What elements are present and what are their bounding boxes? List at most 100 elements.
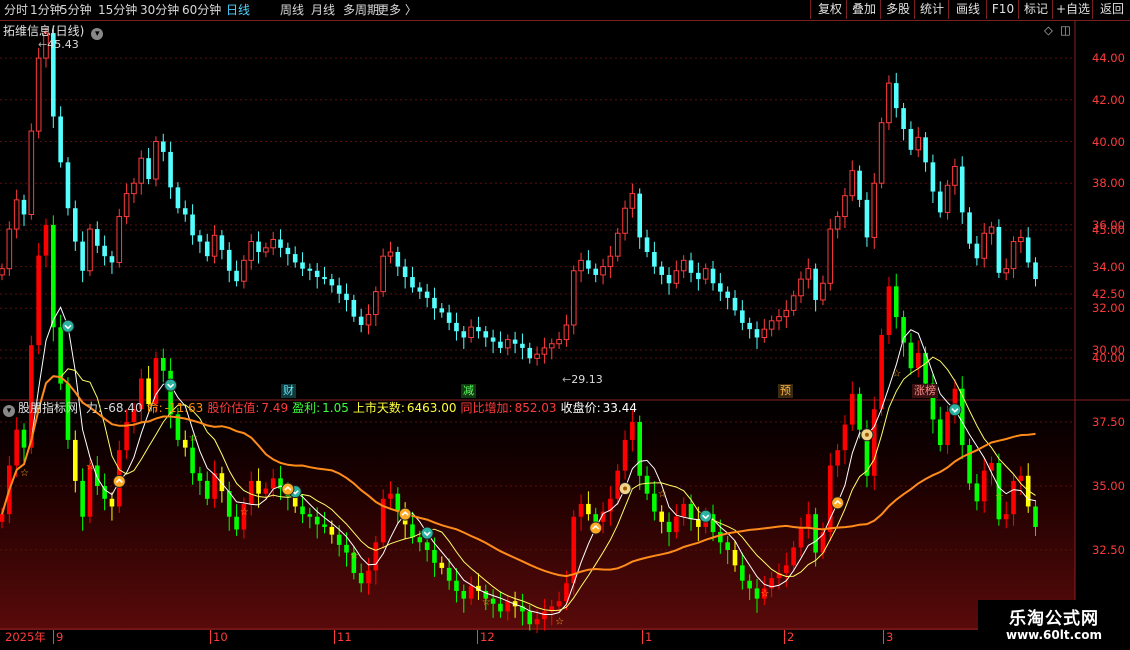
indicator-values: 力: -68.40 命: -11.63 股价估值: 7.49 盈利: 1.05 上市天数: 646… — [82, 401, 637, 415]
indicator-field: 上市天数: 6463.00 — [353, 401, 457, 415]
tab-timeframe-5[interactable]: 60分钟 — [182, 2, 221, 18]
toolbar-button-4[interactable]: 画线 — [948, 0, 987, 19]
indicator-panel-bg — [0, 400, 1075, 630]
kline-candle — [944, 184, 951, 213]
indicator-candle — [637, 422, 643, 476]
toolbar-button-0[interactable]: 复权 — [810, 0, 849, 19]
tab-timeframe-6[interactable]: 日线 — [226, 2, 250, 18]
toolbar-button-2[interactable]: 多股 — [880, 0, 915, 19]
indicator-candle — [395, 493, 401, 512]
buy-signal-icon[interactable] — [831, 496, 845, 510]
star-marker-icon: ☆ — [555, 616, 564, 627]
price-axis-tick: 38.00 — [1092, 176, 1125, 191]
low-price-label: ←29.13 — [562, 373, 603, 386]
kline-candle — [578, 259, 584, 272]
toolbar-button-1[interactable]: 叠加 — [846, 0, 881, 19]
sell-signal-icon[interactable] — [948, 403, 962, 417]
indicator-candle — [73, 439, 78, 481]
indicator-candle — [725, 542, 730, 550]
star-marker-icon: ☆ — [482, 597, 491, 608]
marker-reduce[interactable]: 减 — [461, 384, 476, 398]
kline-candle — [329, 279, 335, 286]
tab-timeframe-3[interactable]: 15分钟 — [98, 2, 137, 18]
kline-candle — [234, 270, 239, 282]
toolbar-button-6[interactable]: 标记 — [1018, 0, 1053, 19]
sell-signal-icon[interactable] — [164, 378, 178, 392]
toolbar-button-3[interactable]: 统计 — [914, 0, 949, 19]
indicator-candle — [644, 475, 650, 494]
star-marker-icon: ☆ — [760, 588, 769, 599]
buy-signal-icon[interactable] — [398, 507, 412, 521]
toolbar-button-8[interactable]: 返回 — [1092, 0, 1130, 19]
indicator-candle — [461, 590, 467, 599]
kline-candle — [21, 199, 27, 215]
time-axis-label: 3 — [883, 630, 893, 644]
kline-candle — [740, 310, 745, 323]
tab-timeframe-0[interactable]: 分时 — [4, 2, 28, 18]
chevron-down-icon[interactable]: ▾ — [3, 405, 15, 417]
indicator-candle — [659, 511, 664, 522]
tab-timeframe-4[interactable]: 30分钟 — [140, 2, 179, 18]
sell-signal-icon[interactable] — [420, 526, 434, 540]
kline-candle — [1010, 241, 1017, 270]
kline-candle — [439, 308, 445, 313]
window-toggle-icon[interactable]: ◫ — [1060, 23, 1071, 37]
price-axis-tick: 42.00 — [1092, 92, 1125, 107]
tab-timeframe-2[interactable]: 5分钟 — [60, 2, 92, 18]
marker-forecast[interactable]: 预 — [778, 384, 793, 398]
time-axis-label: 9 — [53, 630, 63, 644]
sell-signal-icon[interactable] — [61, 319, 75, 333]
marker-top-gainer[interactable]: 涨榜 — [912, 384, 938, 398]
kline-candle — [432, 297, 437, 309]
tab-timeframe-7[interactable]: 周线 — [280, 2, 304, 18]
kline-candle — [1025, 237, 1031, 263]
kline-candle — [263, 247, 269, 253]
indicator-candle — [542, 611, 547, 620]
kline-candle — [226, 249, 232, 271]
kline-candle — [248, 241, 255, 261]
indicator-candle — [87, 465, 93, 517]
top-toolbar: 分时 1分钟 5分钟 15分钟 30分钟 60分钟 日线 周线 月线 多周期 更多 〉 复权 叠加 多股统… — [0, 0, 1130, 21]
indicator-axis-tick: 42.50 — [1092, 287, 1125, 301]
chart-area[interactable]: ☆ ☆ ☆ ☆ ☆ ☆ ☆ ☆ ☆ ☆ ☆ — [0, 20, 1130, 650]
tab-timeframe-8[interactable]: 月线 — [311, 2, 335, 18]
buy-signal-icon[interactable] — [112, 474, 126, 488]
toolbar-button-7[interactable]: +自选 — [1052, 0, 1093, 19]
kline-candle — [864, 199, 870, 238]
indicator-title-row: ▾ 股朋指标网 力: -68.40 命: -11.63 股价估值: 7.49 盈利: 1.05 上… — [3, 401, 637, 417]
indicator-candle — [270, 478, 276, 489]
kline-candle — [959, 166, 965, 213]
indicator-candle — [798, 526, 804, 548]
kline-candle — [94, 229, 100, 246]
sell-signal-icon-circle — [61, 319, 75, 333]
diamond-icon[interactable]: ◇ — [1044, 23, 1053, 37]
toolbar-button-5[interactable]: F10 — [986, 0, 1019, 19]
indicator-candle — [871, 409, 877, 476]
tab-timeframe-10[interactable]: 更多 〉 — [377, 2, 417, 18]
chevron-down-icon[interactable]: ▾ — [91, 28, 104, 40]
indicator-candle — [160, 358, 166, 371]
money-bag-icon[interactable] — [860, 428, 874, 442]
indicator-field-label: 盈利: — [292, 401, 321, 415]
kline-candle — [211, 234, 218, 257]
kline-candle — [702, 268, 709, 280]
star-marker-icon: ☆ — [240, 507, 249, 518]
indicator-candle — [234, 516, 239, 530]
indicator-field-value: -11.63 — [164, 401, 204, 415]
sell-signal-icon[interactable] — [699, 509, 713, 523]
indicator-candle — [1003, 514, 1009, 520]
indicator-candle — [446, 567, 452, 581]
time-axis-label: 11 — [334, 630, 352, 644]
tab-timeframe-1[interactable]: 1分钟 — [30, 2, 62, 18]
indicator-field: 收盘价: 33.44 — [561, 401, 637, 415]
buy-signal-icon[interactable] — [281, 482, 295, 496]
indicator-candle — [915, 352, 921, 369]
indicator-candle — [109, 498, 115, 507]
kline-candle — [410, 277, 415, 288]
money-bag-icon[interactable] — [618, 482, 632, 496]
marker-finance[interactable]: 财 — [281, 384, 296, 398]
buy-signal-icon[interactable] — [589, 521, 603, 535]
indicator-candle — [1011, 480, 1016, 515]
kline-candle — [204, 241, 210, 257]
tab-timeframe-9[interactable]: 多周期 — [343, 2, 379, 18]
